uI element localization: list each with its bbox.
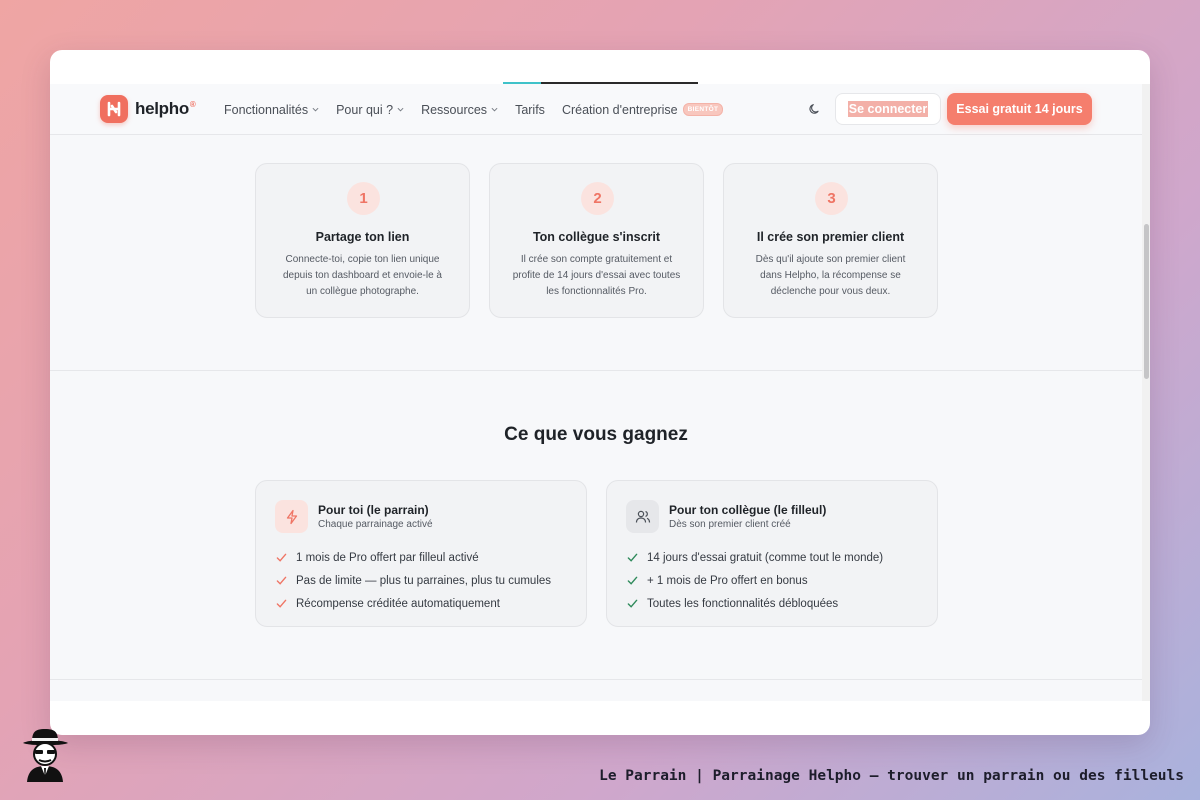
list-item-text: Toutes les fonctionnalités débloquées — [647, 597, 839, 610]
step-description-line: Dès qu'il ajoute son premier client — [755, 254, 906, 265]
lightning-icon — [275, 500, 308, 533]
free-trial-button[interactable]: Essai gratuit 14 jours — [947, 93, 1092, 125]
list-item-text: 1 mois de Pro offert par filleul activé — [296, 551, 479, 564]
chevron-down-icon — [312, 107, 319, 112]
chevron-down-icon — [397, 107, 404, 112]
menu-item-pricing[interactable]: Tarifs — [515, 103, 545, 117]
benefit-title: Pour toi (le parrain) — [318, 503, 429, 517]
login-button[interactable]: Se connecter — [835, 93, 941, 125]
step-card-colleague-signup: 2 Ton collègue s'inscrit Il crée son com… — [489, 163, 704, 318]
step-description-line: Il crée son compte gratuitement et — [520, 254, 673, 265]
step-card-share-link: 1 Partage ton lien Connecte-toi, copie t… — [255, 163, 470, 318]
step-title: Ton collègue s'inscrit — [532, 230, 661, 244]
step-description: Dès qu'il ajoute son premier client dans… — [742, 252, 919, 300]
list-item: Récompense créditée automatiquement — [276, 592, 551, 615]
godfather-mascot-icon — [23, 729, 68, 782]
benefit-list: 1 mois de Pro offert par filleul activé … — [276, 546, 551, 615]
step-description: Il crée son compte gratuitement et profi… — [508, 252, 685, 300]
check-icon — [276, 553, 287, 562]
menu-item-label: Pour qui ? — [336, 102, 394, 117]
list-item: 1 mois de Pro offert par filleul activé — [276, 546, 551, 569]
brand-logo[interactable]: helpho® — [100, 95, 196, 123]
check-icon — [276, 599, 287, 608]
page-scrollbar[interactable] — [1142, 84, 1150, 701]
list-item-text: Pas de limite — plus tu parraines, plus … — [296, 574, 552, 587]
step-description: Connecte-toi, copie ton lien unique depu… — [274, 252, 451, 300]
menu-item-resources[interactable]: Ressources — [421, 103, 498, 117]
chevron-down-icon — [491, 107, 498, 112]
soon-badge: BIENTÔT — [682, 103, 724, 116]
benefit-subtitle: Dès son premier client créé — [669, 519, 791, 530]
check-icon — [627, 576, 638, 585]
browser-window: helpho® Fonctionnalités Pour qui ? Resso… — [50, 50, 1150, 735]
logo-mark-icon — [100, 95, 128, 123]
step-description-line: depuis ton dashboard et envoie-le à — [282, 270, 442, 281]
step-number: 1 — [347, 182, 380, 215]
step-title: Il crée son premier client — [756, 230, 905, 244]
menu-item-company-creation[interactable]: Création d'entreprise BIENTÔT — [561, 102, 724, 117]
benefit-list: 14 jours d'essai gratuit (comme tout le … — [627, 546, 883, 615]
list-item: Pas de limite — plus tu parraines, plus … — [276, 569, 551, 592]
list-item: 14 jours d'essai gratuit (comme tout le … — [627, 546, 883, 569]
top-navbar: helpho® Fonctionnalités Pour qui ? Resso… — [50, 84, 1142, 135]
step-description-line: déclenche pour vous deux. — [770, 286, 891, 297]
moon-icon[interactable] — [808, 102, 822, 116]
step-number: 3 — [815, 182, 848, 215]
page-caption: Le Parrain | Parrainage Helpho — trouver… — [599, 768, 1184, 784]
main-menu: Fonctionnalités Pour qui ? Ressources Ta… — [224, 84, 740, 135]
list-item-text: 14 jours d'essai gratuit (comme tout le … — [647, 551, 884, 564]
step-description-line: un collègue photographe. — [306, 286, 419, 297]
step-title: Partage ton lien — [315, 230, 410, 244]
step-card-first-client: 3 Il crée son premier client Dès qu'il a… — [723, 163, 938, 318]
section-divider — [50, 370, 1142, 371]
menu-item-label: Fonctionnalités — [224, 102, 309, 117]
step-description-line: les fonctionnalités Pro. — [546, 286, 647, 297]
step-number: 2 — [581, 182, 614, 215]
check-icon — [276, 576, 287, 585]
list-item: Toutes les fonctionnalités débloquées — [627, 592, 883, 615]
benefit-subtitle: Chaque parrainage activé — [318, 519, 433, 530]
menu-item-label: Création d'entreprise — [561, 102, 678, 117]
list-item-text: Récompense créditée automatiquement — [296, 597, 500, 610]
step-description-line: profite de 14 jours d'essai avec toutes — [512, 270, 681, 281]
benefit-card-referee: Pour ton collègue (le filleul) Dès son p… — [606, 480, 938, 627]
brand-registered-mark: ® — [189, 100, 196, 110]
benefit-card-referrer: Pour toi (le parrain) Chaque parrainage … — [255, 480, 587, 627]
scrollbar-thumb[interactable] — [1144, 224, 1149, 379]
benefit-title: Pour ton collègue (le filleul) — [669, 503, 827, 517]
section-divider — [50, 679, 1142, 680]
users-icon — [626, 500, 659, 533]
step-description-line: Connecte-toi, copie ton lien unique — [285, 254, 440, 265]
menu-item-features[interactable]: Fonctionnalités — [224, 103, 319, 117]
check-icon — [627, 553, 638, 562]
menu-item-label: Ressources — [421, 102, 488, 117]
list-item-text: + 1 mois de Pro offert en bonus — [647, 574, 808, 587]
check-icon — [627, 599, 638, 608]
menu-item-label: Tarifs — [515, 102, 545, 117]
step-description-line: dans Helpho, la récompense se — [760, 270, 901, 281]
page-viewport: helpho® Fonctionnalités Pour qui ? Resso… — [50, 84, 1142, 701]
menu-item-for-who[interactable]: Pour qui ? — [336, 103, 404, 117]
list-item: + 1 mois de Pro offert en bonus — [627, 569, 883, 592]
benefits-section-title: Ce que vous gagnez — [504, 424, 688, 445]
brand-name: helpho — [135, 99, 189, 118]
login-button-label: Se connecter — [847, 101, 929, 117]
